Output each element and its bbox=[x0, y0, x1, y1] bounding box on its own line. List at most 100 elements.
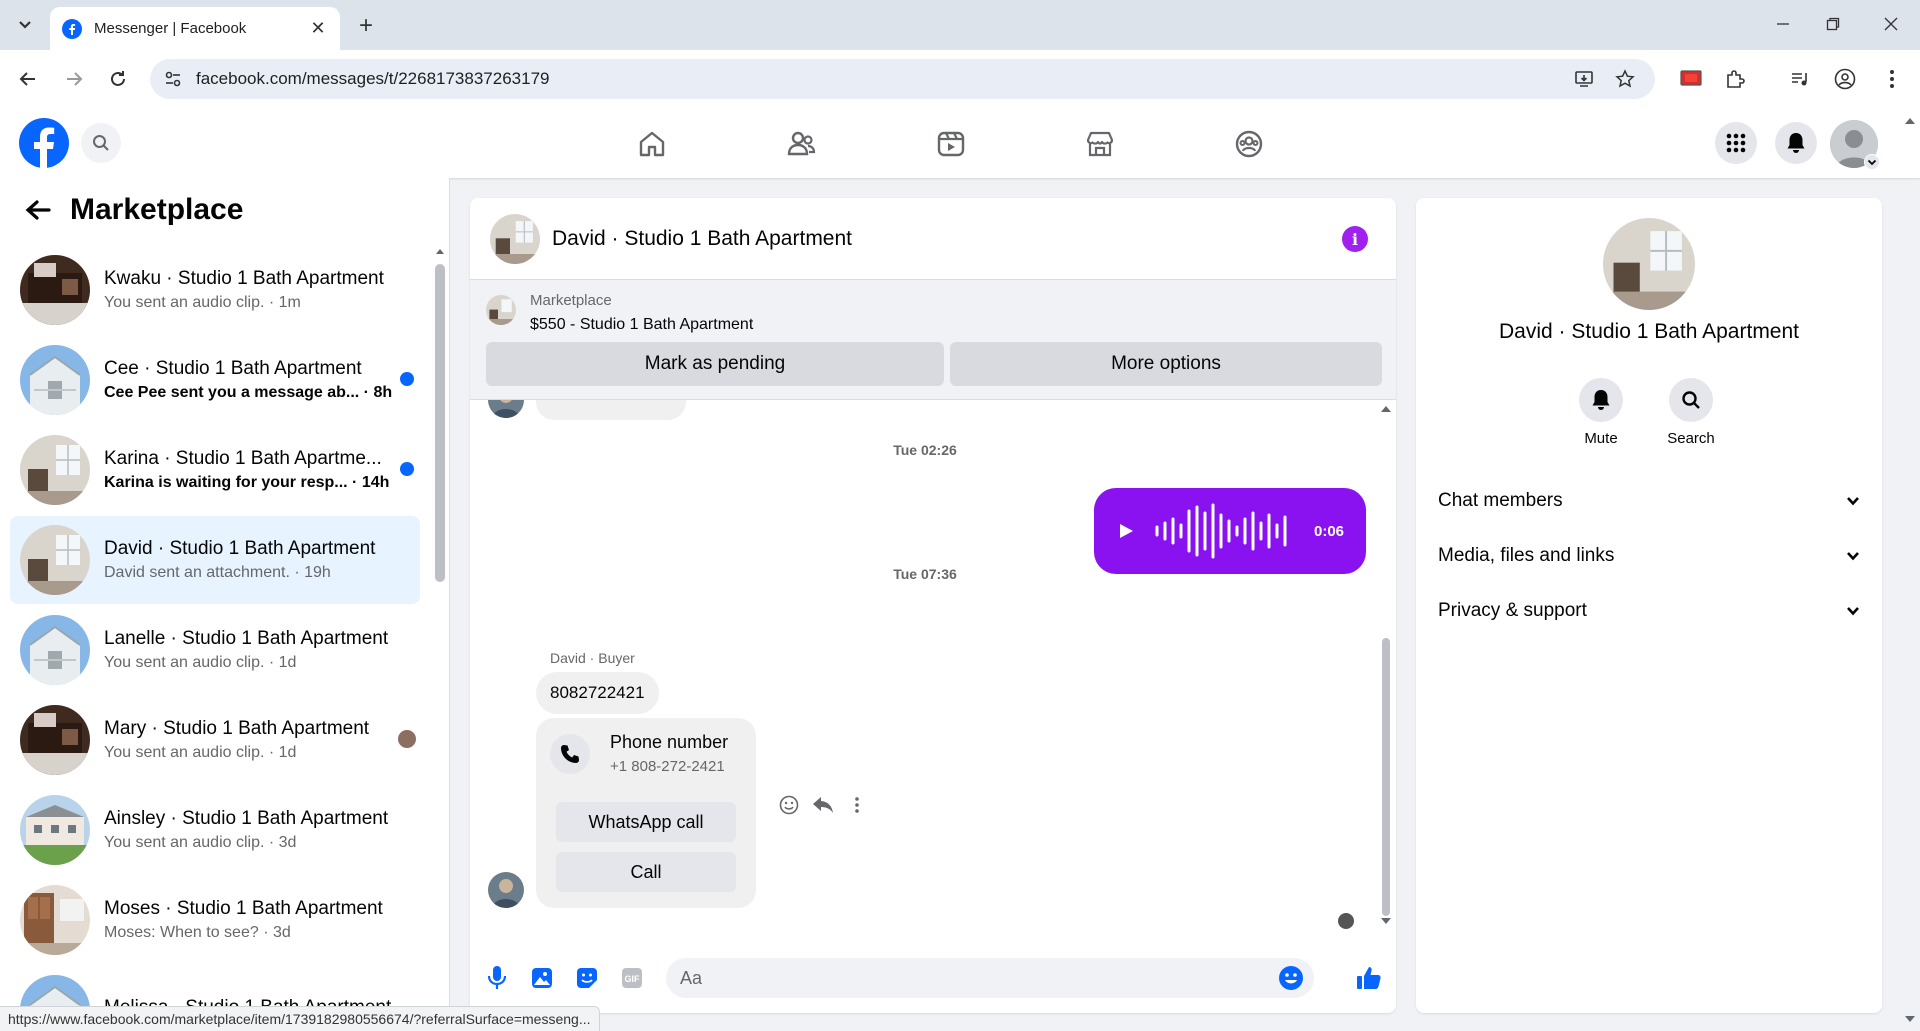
voice-message-bubble[interactable]: 0:06 bbox=[1094, 488, 1366, 574]
scroll-up-arrow-icon[interactable] bbox=[1380, 404, 1392, 414]
video-nav-icon[interactable] bbox=[933, 126, 969, 162]
page-scroll-down-icon[interactable] bbox=[1904, 1014, 1916, 1024]
profile-icon[interactable] bbox=[1829, 63, 1861, 95]
conversation-info-icon[interactable]: i bbox=[1342, 226, 1368, 252]
menu-grid-button[interactable] bbox=[1715, 122, 1757, 164]
conversation-item-moses[interactable]: Moses · Studio 1 Bath Apartment Moses: Wh… bbox=[10, 876, 420, 964]
section-chat-members[interactable]: Chat members bbox=[1438, 481, 1860, 521]
address-bar[interactable]: facebook.com/messages/t/2268173837263179 bbox=[150, 59, 1655, 99]
emoji-picker-icon[interactable] bbox=[1278, 965, 1304, 991]
restore-icon[interactable] bbox=[1810, 8, 1856, 40]
section-privacy-support[interactable]: Privacy & support bbox=[1438, 591, 1860, 631]
previous-message-bubble bbox=[536, 400, 686, 420]
install-app-icon[interactable] bbox=[1570, 65, 1598, 93]
details-avatar[interactable] bbox=[1603, 218, 1695, 310]
details-name: David · Studio 1 Bath Apartment bbox=[1499, 320, 1799, 343]
conversation-preview: You sent an audio clip. · 3d bbox=[104, 834, 297, 851]
conversation-name: Ainsley · Studio 1 Bath Apartment bbox=[104, 808, 389, 829]
tab-title: Messenger | Facebook bbox=[94, 20, 247, 37]
conversation-item-ainsley[interactable]: Ainsley · Studio 1 Bath Apartment You sen… bbox=[10, 786, 420, 874]
gif-icon[interactable]: GIF bbox=[619, 965, 645, 991]
home-nav-icon[interactable] bbox=[634, 126, 670, 162]
site-info-icon[interactable] bbox=[164, 70, 182, 88]
conversation-item-karina[interactable]: Karina · Studio 1 Bath Apartme... Karina … bbox=[10, 426, 420, 514]
scroll-down-arrow-icon[interactable] bbox=[1380, 916, 1392, 926]
sidebar-scroll-thumb[interactable] bbox=[435, 264, 445, 582]
thread-scroll-thumb[interactable] bbox=[1382, 638, 1390, 916]
page-scroll-up-icon[interactable] bbox=[1904, 116, 1916, 126]
conversation-avatar bbox=[20, 705, 90, 775]
chevron-down-icon bbox=[1847, 497, 1859, 506]
thread-scrollbar[interactable] bbox=[1380, 406, 1392, 931]
unread-dot bbox=[400, 372, 414, 386]
phone-number-card: Phone number +1 808-272-2421 WhatsApp ca… bbox=[536, 718, 756, 908]
extensions-puzzle-icon[interactable] bbox=[1719, 63, 1751, 95]
sender-avatar bbox=[488, 872, 524, 908]
mark-as-pending-button[interactable]: Mark as pending bbox=[486, 342, 944, 386]
conversation-item-kwaku[interactable]: Kwaku · Studio 1 Bath Apartment You sent … bbox=[10, 246, 420, 334]
conversation-preview: You sent an audio clip. · 1m bbox=[104, 294, 301, 311]
play-icon[interactable] bbox=[1116, 521, 1136, 541]
thumbs-up-icon[interactable] bbox=[1354, 963, 1384, 993]
account-dropdown-chevron-icon[interactable] bbox=[1864, 154, 1880, 170]
back-arrow-button[interactable] bbox=[20, 192, 56, 228]
call-button[interactable]: Call bbox=[556, 852, 736, 892]
search-icon bbox=[93, 135, 109, 151]
browser-tab-messenger[interactable]: Messenger | Facebook ✕ bbox=[50, 7, 340, 50]
media-control-icon[interactable] bbox=[1784, 63, 1816, 95]
chat-title[interactable]: David · Studio 1 Bath Apartment bbox=[552, 227, 852, 251]
conversation-item-david[interactable]: David · Studio 1 Bath Apartment David sen… bbox=[10, 516, 420, 604]
conversation-avatar bbox=[20, 345, 90, 415]
browser-menu-icon[interactable] bbox=[1876, 63, 1908, 95]
conversation-avatar bbox=[20, 525, 90, 595]
minimize-icon[interactable] bbox=[1760, 8, 1806, 40]
unread-dot bbox=[400, 462, 414, 476]
facebook-search-button[interactable] bbox=[81, 123, 121, 163]
section-media-files-links[interactable]: Media, files and links bbox=[1438, 536, 1860, 576]
attach-photo-icon[interactable] bbox=[529, 965, 555, 991]
groups-nav-icon[interactable] bbox=[1231, 126, 1267, 162]
tab-search-button[interactable] bbox=[8, 10, 42, 40]
bookmark-star-icon[interactable] bbox=[1611, 65, 1639, 93]
back-icon[interactable] bbox=[12, 63, 44, 95]
conversation-item-mary[interactable]: Mary · Studio 1 Bath Apartment You sent a… bbox=[10, 696, 420, 784]
listing-title[interactable]: $550 - Studio 1 Bath Apartment bbox=[530, 316, 753, 334]
facebook-logo-icon[interactable] bbox=[19, 118, 69, 168]
facebook-favicon-icon bbox=[62, 18, 82, 39]
tab-close-icon[interactable]: ✕ bbox=[308, 18, 328, 39]
listing-thumbnail[interactable] bbox=[486, 295, 516, 325]
phone-text-bubble[interactable]: 8082722421 bbox=[536, 672, 659, 714]
sidebar-scrollbar[interactable] bbox=[435, 246, 445, 1031]
sender-avatar bbox=[488, 400, 524, 418]
timestamp-divider: Tue 02:26 bbox=[893, 442, 957, 458]
card-title: Phone number bbox=[610, 732, 729, 752]
conversation-avatar bbox=[20, 795, 90, 865]
sticker-icon[interactable] bbox=[574, 965, 600, 991]
new-tab-button[interactable]: + bbox=[352, 12, 380, 40]
react-emoji-icon[interactable] bbox=[776, 792, 802, 818]
sender-label: David · Buyer bbox=[550, 650, 635, 666]
conversation-name: Moses · Studio 1 Bath Apartment bbox=[104, 898, 383, 919]
more-actions-icon[interactable] bbox=[844, 792, 870, 818]
seen-receipt-avatar bbox=[1338, 913, 1354, 929]
notifications-button[interactable] bbox=[1775, 122, 1817, 164]
message-input[interactable]: Aa bbox=[666, 958, 1314, 998]
mute-action[interactable]: Mute bbox=[1566, 378, 1636, 447]
more-options-button[interactable]: More options bbox=[950, 342, 1382, 386]
search-action[interactable]: Search bbox=[1656, 378, 1726, 447]
microphone-icon[interactable] bbox=[484, 965, 510, 991]
forward-icon[interactable] bbox=[58, 63, 90, 95]
conversation-avatar bbox=[20, 435, 90, 505]
screen-cast-extension-icon[interactable] bbox=[1675, 63, 1707, 95]
chevron-down-icon bbox=[19, 21, 31, 29]
marketplace-nav-icon[interactable] bbox=[1082, 126, 1118, 162]
conversation-item-cee[interactable]: Cee · Studio 1 Bath Apartment Cee Pee sen… bbox=[10, 336, 420, 424]
conversation-sidebar: Marketplace Kwaku · Studio 1 Bath Apartm… bbox=[0, 178, 450, 1031]
reply-icon[interactable] bbox=[810, 792, 836, 818]
reload-icon[interactable] bbox=[102, 63, 134, 95]
conversation-item-lanelle[interactable]: Lanelle · Studio 1 Bath Apartment You sen… bbox=[10, 606, 420, 694]
friends-nav-icon[interactable] bbox=[783, 126, 819, 162]
chat-avatar[interactable] bbox=[490, 213, 540, 264]
close-window-icon[interactable] bbox=[1868, 8, 1914, 40]
whatsapp-call-button[interactable]: WhatsApp call bbox=[556, 802, 736, 842]
